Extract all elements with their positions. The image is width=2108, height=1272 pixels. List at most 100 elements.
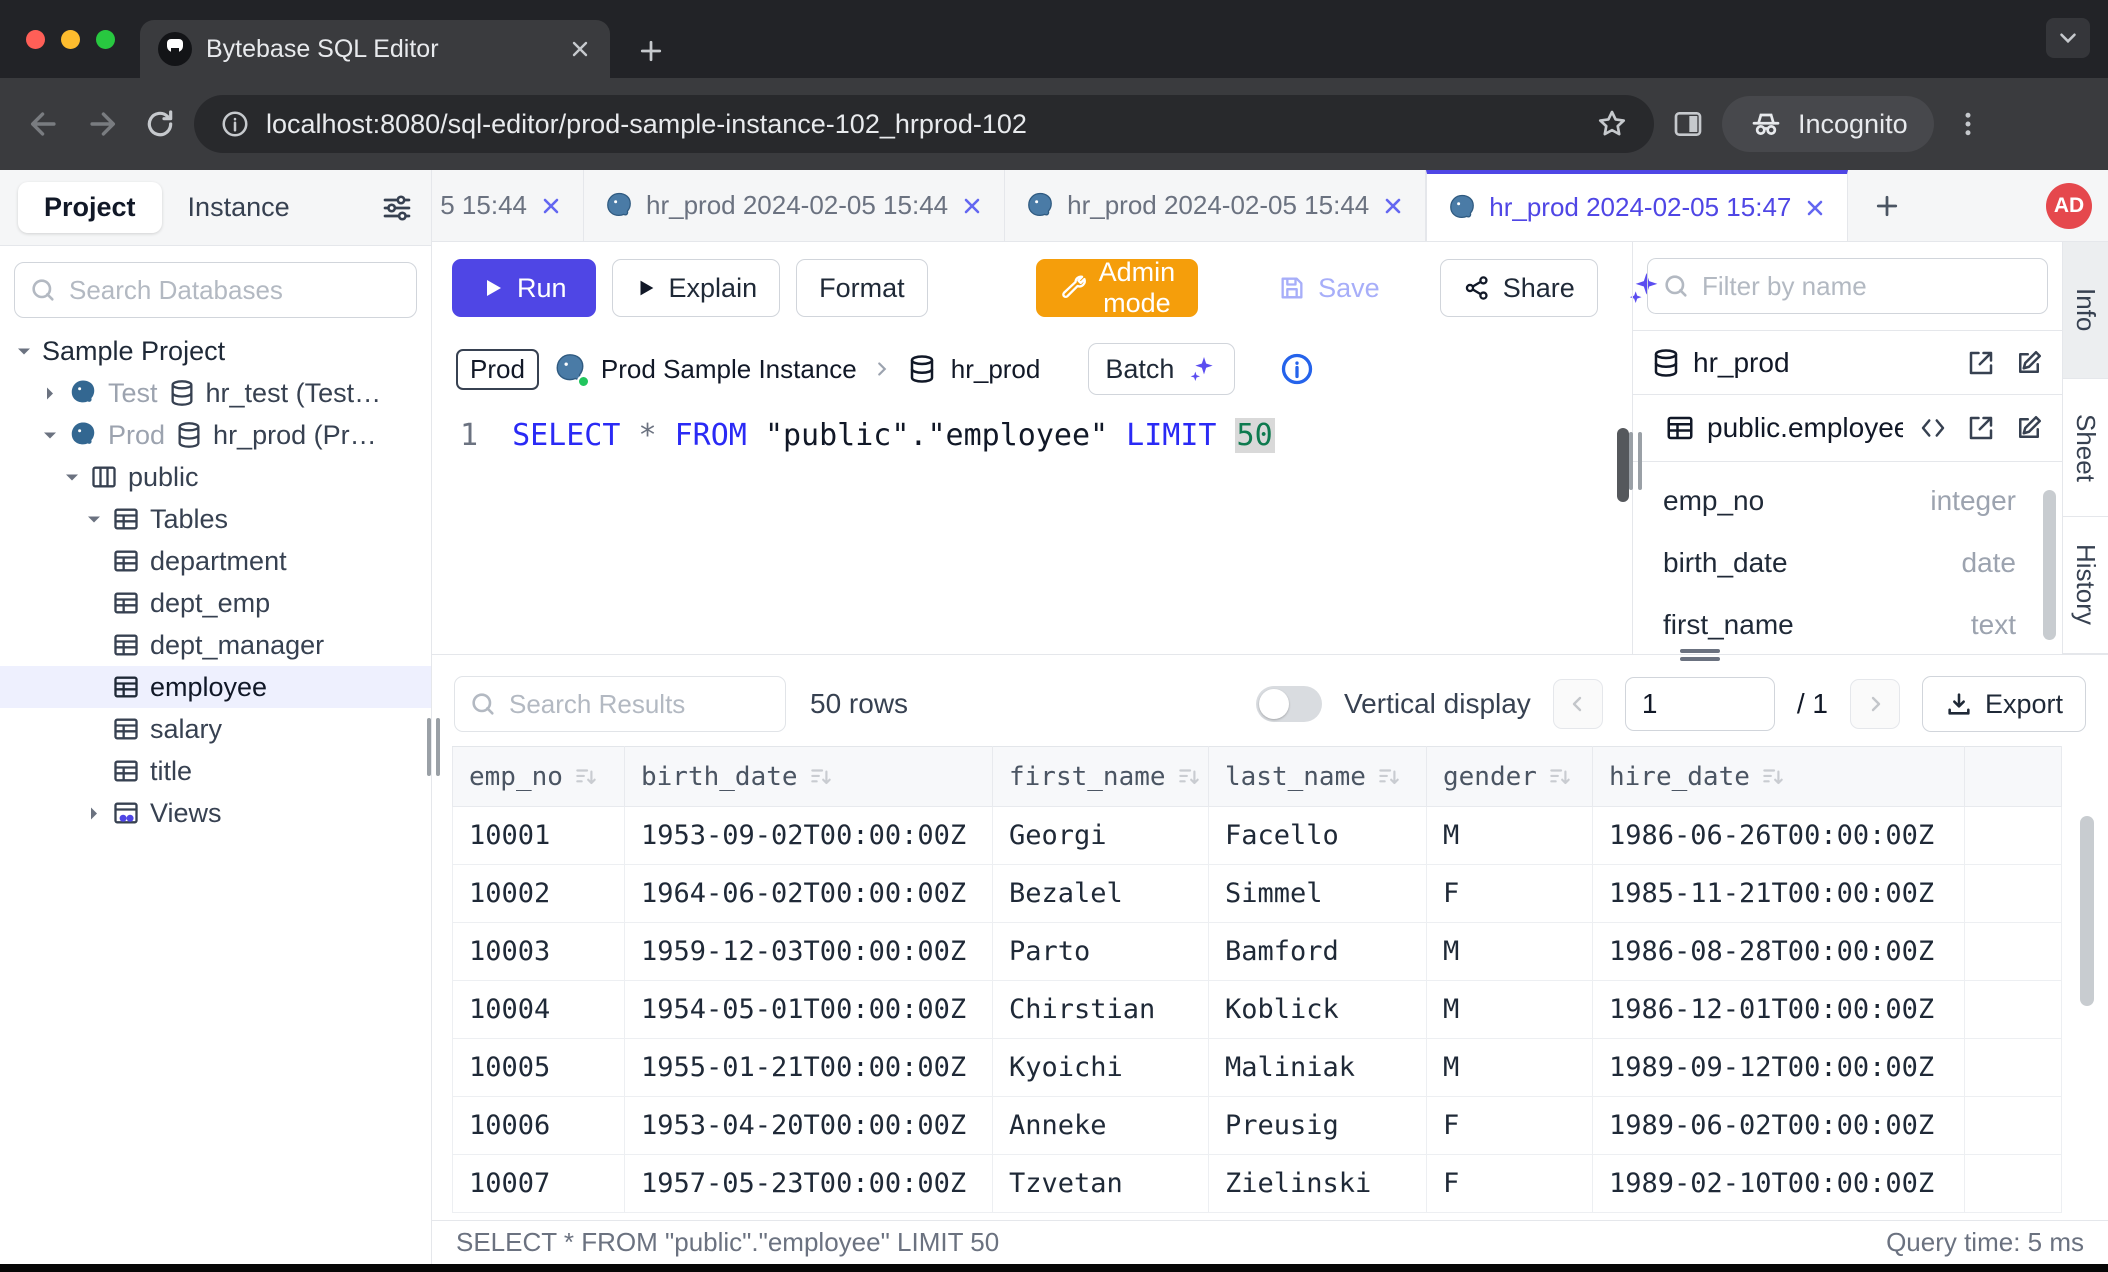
instance-name[interactable]: Prod Sample Instance xyxy=(601,354,857,385)
caret-down-icon[interactable] xyxy=(16,344,32,359)
info-icon[interactable] xyxy=(1279,351,1315,387)
results-scrollbar-thumb[interactable] xyxy=(2080,816,2094,1006)
database-name[interactable]: hr_prod xyxy=(951,354,1041,385)
site-info-icon[interactable] xyxy=(220,109,250,139)
admin-mode-button[interactable]: Admin mode xyxy=(1036,259,1199,317)
batch-button[interactable]: Batch xyxy=(1088,343,1235,395)
editor-scrollbar-thumb[interactable] xyxy=(1617,428,1629,502)
tree-item-schema-public[interactable]: public xyxy=(0,456,431,498)
vertical-display-toggle[interactable] xyxy=(1256,686,1322,722)
table-row[interactable]: 100021964-06-02T00:00:00ZBezalelSimmelF1… xyxy=(453,865,2062,923)
column-header[interactable]: birth_date xyxy=(625,747,993,807)
reload-button[interactable] xyxy=(136,100,184,148)
tab-sheet[interactable]: Sheet xyxy=(2063,379,2108,516)
sort-icon[interactable] xyxy=(1176,764,1202,790)
tree-group-tables[interactable]: Tables xyxy=(0,498,431,540)
sort-icon[interactable] xyxy=(808,764,834,790)
column-header[interactable]: last_name xyxy=(1209,747,1427,807)
schema-filter-input[interactable] xyxy=(1702,271,2033,302)
caret-right-icon[interactable] xyxy=(86,806,102,821)
minimize-window-button[interactable] xyxy=(61,30,80,49)
export-button[interactable]: Export xyxy=(1922,676,2086,732)
schema-database-row[interactable]: hr_prod xyxy=(1633,330,2062,394)
schema-table-row[interactable]: public.employee xyxy=(1633,394,2062,462)
sort-icon[interactable] xyxy=(1760,764,1786,790)
schema-scrollbar-thumb[interactable] xyxy=(2043,490,2056,640)
prev-page-button[interactable] xyxy=(1553,679,1603,729)
back-button[interactable] xyxy=(20,100,68,148)
next-page-button[interactable] xyxy=(1850,679,1900,729)
tree-settings-icon[interactable] xyxy=(381,192,413,224)
external-link-icon[interactable] xyxy=(1966,348,1996,378)
share-button[interactable]: Share xyxy=(1440,259,1598,317)
sort-icon[interactable] xyxy=(1376,764,1402,790)
browser-menu-button[interactable] xyxy=(1944,100,1992,148)
tab-project[interactable]: Project xyxy=(18,182,162,233)
side-panel-button[interactable] xyxy=(1664,100,1712,148)
results-splitter[interactable] xyxy=(432,654,2108,662)
sql-editor[interactable]: 1 SELECT * FROM "public"."employee" LIMI… xyxy=(432,404,1632,654)
results-search[interactable] xyxy=(454,676,786,732)
tree-item-table[interactable]: dept_manager xyxy=(0,624,431,666)
caret-down-icon[interactable] xyxy=(64,470,80,485)
table-row[interactable]: 100041954-05-01T00:00:00ZChirstianKoblic… xyxy=(453,981,2062,1039)
close-icon[interactable] xyxy=(960,194,984,218)
tree-item-table[interactable]: dept_emp xyxy=(0,582,431,624)
bookmark-star-icon[interactable] xyxy=(1596,108,1628,140)
panel-resize-handle[interactable] xyxy=(1629,432,1642,490)
caret-right-icon[interactable] xyxy=(42,386,58,401)
tree-item-test-db[interactable]: Test hr_test (Test… xyxy=(0,372,431,414)
format-button[interactable]: Format xyxy=(796,259,928,317)
close-icon[interactable] xyxy=(1803,196,1827,220)
tree-group-views[interactable]: Views xyxy=(0,792,431,834)
schema-filter[interactable] xyxy=(1647,258,2048,314)
database-search-input[interactable] xyxy=(69,275,402,306)
user-avatar[interactable]: AD xyxy=(2046,183,2092,229)
database-search[interactable] xyxy=(14,262,417,318)
tab-info[interactable]: Info xyxy=(2063,242,2108,379)
sheet-tab-clipped[interactable]: 5 15:44 xyxy=(432,170,584,241)
caret-down-icon[interactable] xyxy=(86,512,102,527)
close-icon[interactable] xyxy=(1381,194,1405,218)
browser-tab[interactable]: Bytebase SQL Editor xyxy=(140,20,610,78)
close-icon[interactable] xyxy=(539,194,563,218)
tab-instance[interactable]: Instance xyxy=(188,192,290,223)
tree-item-table-employee-selected[interactable]: employee xyxy=(0,666,431,708)
column-header[interactable]: first_name xyxy=(993,747,1209,807)
code-icon[interactable] xyxy=(1918,413,1948,443)
window-controls[interactable] xyxy=(26,30,115,49)
table-row[interactable]: 100031959-12-03T00:00:00ZPartoBamfordM19… xyxy=(453,923,2062,981)
column-header[interactable]: hire_date xyxy=(1593,747,1965,807)
edit-icon[interactable] xyxy=(2014,413,2044,443)
close-tab-icon[interactable] xyxy=(568,37,592,61)
table-row[interactable]: 100011953-09-02T00:00:00ZGeorgiFacelloM1… xyxy=(453,807,2062,865)
column-row[interactable]: birth_date date xyxy=(1633,532,2062,594)
new-sheet-button[interactable] xyxy=(1848,170,1926,241)
zoom-window-button[interactable] xyxy=(96,30,115,49)
close-window-button[interactable] xyxy=(26,30,45,49)
save-button[interactable]: Save xyxy=(1256,259,1402,317)
column-header[interactable]: gender xyxy=(1427,747,1593,807)
address-bar[interactable]: localhost:8080/sql-editor/prod-sample-in… xyxy=(194,95,1654,153)
tab-history[interactable]: History xyxy=(2063,517,2108,654)
sheet-tab-active[interactable]: hr_prod 2024-02-05 15:47 xyxy=(1426,170,1848,241)
results-search-input[interactable] xyxy=(509,689,771,720)
tree-item-table[interactable]: title xyxy=(0,750,431,792)
column-row[interactable]: first_name text xyxy=(1633,594,2062,654)
tab-search-button[interactable] xyxy=(2046,18,2090,58)
sheet-tab[interactable]: hr_prod 2024-02-05 15:44 xyxy=(1005,170,1426,241)
table-row[interactable]: 100071957-05-23T00:00:00ZTzvetanZielinsk… xyxy=(453,1155,2062,1213)
edit-icon[interactable] xyxy=(2014,348,2044,378)
tree-item-prod-db[interactable]: Prod hr_prod (Pr… xyxy=(0,414,431,456)
table-row[interactable]: 100051955-01-21T00:00:00ZKyoichiMaliniak… xyxy=(453,1039,2062,1097)
page-number-input[interactable] xyxy=(1625,677,1775,731)
sidebar-resize-handle[interactable] xyxy=(427,718,440,776)
tree-item-table[interactable]: department xyxy=(0,540,431,582)
column-header[interactable]: emp_no xyxy=(453,747,625,807)
run-button[interactable]: Run xyxy=(452,259,596,317)
table-row[interactable]: 100061953-04-20T00:00:00ZAnnekePreusigF1… xyxy=(453,1097,2062,1155)
tree-item-project[interactable]: Sample Project xyxy=(0,330,431,372)
sort-icon[interactable] xyxy=(573,764,599,790)
sort-icon[interactable] xyxy=(1547,764,1573,790)
forward-button[interactable] xyxy=(78,100,126,148)
